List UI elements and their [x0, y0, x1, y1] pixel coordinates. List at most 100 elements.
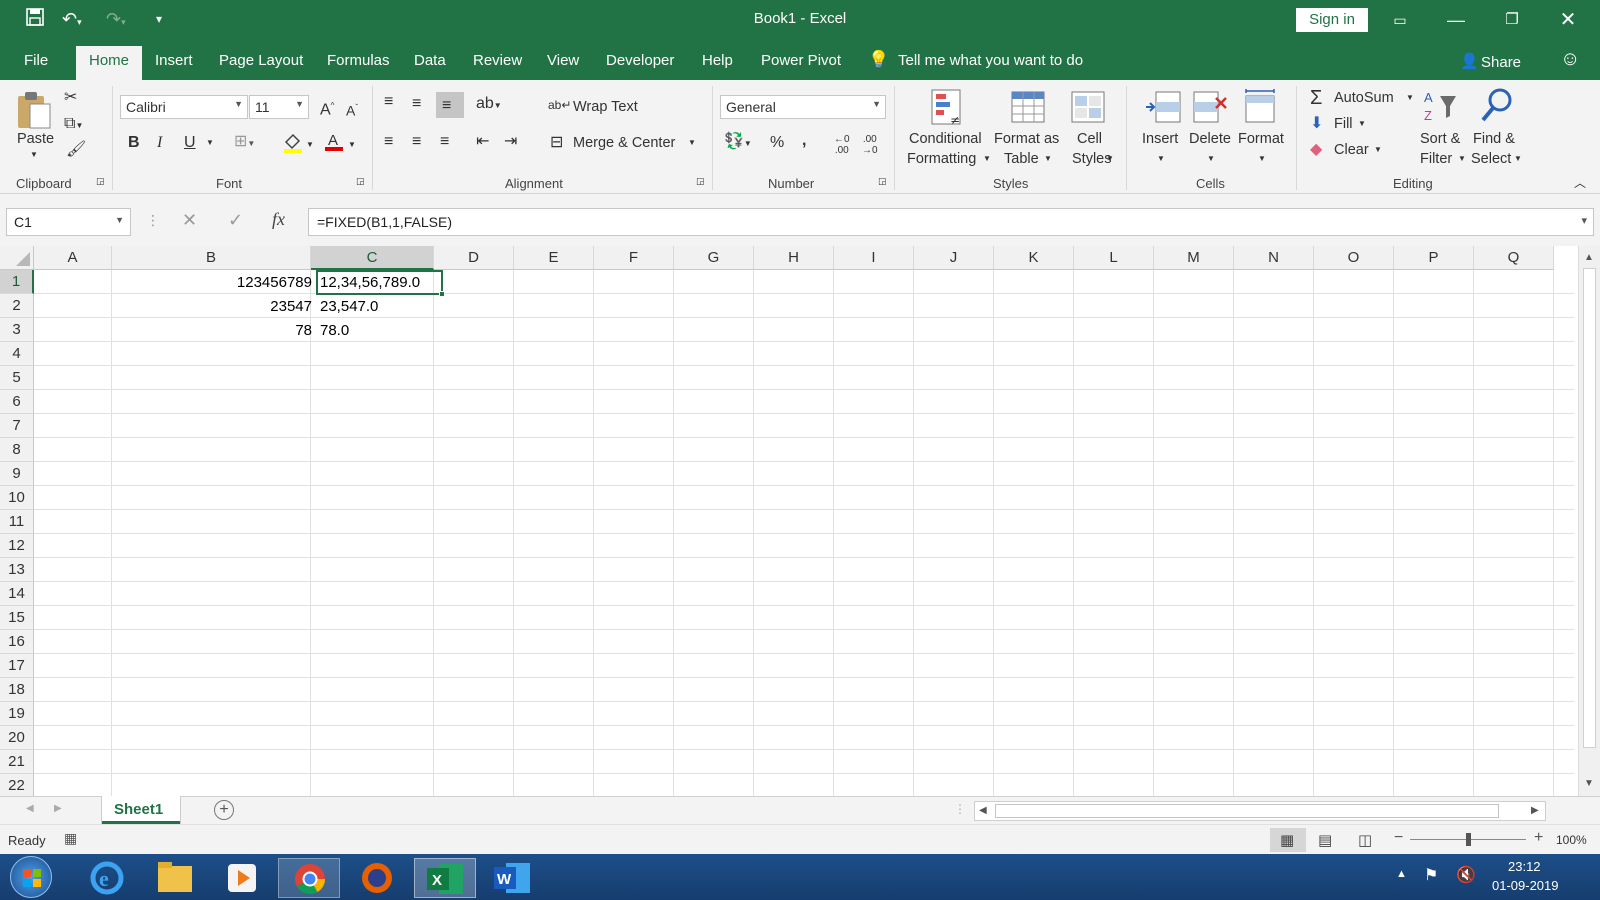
- internet-explorer-icon[interactable]: e: [76, 858, 138, 898]
- conditional-dropdown-icon[interactable]: ▼: [983, 154, 991, 163]
- cell-styles-label-1[interactable]: Cell: [1077, 131, 1102, 147]
- column-header-H[interactable]: H: [754, 246, 834, 270]
- sheet-tab-sheet1[interactable]: Sheet1: [102, 796, 180, 824]
- accounting-format-icon[interactable]: 💱▼: [724, 132, 752, 154]
- row-header-22[interactable]: 22: [0, 774, 34, 796]
- insert-cells-button[interactable]: Insert: [1142, 131, 1178, 147]
- column-header-B[interactable]: B: [112, 246, 311, 270]
- insert-function-icon[interactable]: fx: [272, 209, 285, 230]
- row-header-10[interactable]: 10: [0, 486, 34, 510]
- column-header-D[interactable]: D: [434, 246, 514, 270]
- start-button-icon[interactable]: [10, 856, 52, 898]
- autosum-button[interactable]: AutoSum: [1334, 90, 1394, 106]
- find-select-label-1[interactable]: Find &: [1473, 131, 1515, 147]
- delete-dropdown-icon[interactable]: ▼: [1207, 154, 1215, 163]
- tab-view[interactable]: View: [547, 52, 579, 69]
- tab-file[interactable]: File: [24, 52, 48, 69]
- taskbar-clock-date[interactable]: 01-09-2019: [1492, 878, 1559, 893]
- row-header-20[interactable]: 20: [0, 726, 34, 750]
- find-select-dropdown-icon[interactable]: ▼: [1514, 154, 1522, 163]
- decrease-font-size-icon[interactable]: Aˇ: [346, 98, 358, 121]
- tab-help[interactable]: Help: [702, 52, 733, 69]
- tell-me-search[interactable]: Tell me what you want to do: [898, 52, 1083, 69]
- scroll-down-icon[interactable]: ▼: [1584, 778, 1594, 789]
- horizontal-scroll-thumb[interactable]: [995, 804, 1499, 818]
- align-right-icon[interactable]: ≡: [440, 132, 449, 152]
- column-header-L[interactable]: L: [1074, 246, 1154, 270]
- row-header-15[interactable]: 15: [0, 606, 34, 630]
- worksheet-grid[interactable]: ABCDEFGHIJKLMNOPQ 1 2 3 4 5 6 7 8 9 10 11 12 13 14 15 1…: [0, 246, 1600, 796]
- page-break-preview-icon[interactable]: ◫: [1358, 831, 1372, 849]
- column-header-I[interactable]: I: [834, 246, 914, 270]
- zoom-in-icon[interactable]: +: [1534, 829, 1543, 847]
- font-color-icon[interactable]: A: [323, 130, 345, 158]
- file-explorer-icon[interactable]: [144, 858, 206, 898]
- expand-formula-bar-icon[interactable]: ▾: [1581, 214, 1587, 227]
- fill-button[interactable]: Fill: [1334, 116, 1353, 132]
- middle-align-icon[interactable]: ≡: [412, 94, 421, 114]
- increase-indent-icon[interactable]: ⇥: [504, 132, 517, 152]
- paste-dropdown-icon[interactable]: ▼: [30, 150, 38, 159]
- cut-icon[interactable]: ✂: [64, 88, 77, 108]
- column-header-M[interactable]: M: [1154, 246, 1234, 270]
- top-align-icon[interactable]: ≡: [384, 92, 393, 112]
- page-layout-view-icon[interactable]: ▤: [1318, 831, 1332, 849]
- conditional-formatting-label-2[interactable]: Formatting: [907, 151, 976, 167]
- ribbon-display-options-icon[interactable]: ▭: [1378, 6, 1422, 34]
- underline-dropdown-icon[interactable]: ▼: [206, 133, 214, 153]
- zoom-out-icon[interactable]: −: [1394, 829, 1403, 847]
- delete-cells-button[interactable]: Delete: [1189, 131, 1231, 147]
- increase-font-size-icon[interactable]: A^: [320, 96, 334, 120]
- bold-button[interactable]: B: [128, 133, 140, 153]
- excel-taskbar-icon[interactable]: X: [414, 858, 476, 898]
- fill-color-icon[interactable]: [282, 132, 304, 160]
- find-select-label-2[interactable]: Select: [1471, 151, 1511, 167]
- borders-icon[interactable]: ⊞▼: [234, 132, 255, 154]
- font-name-combo[interactable]: Calibri ▼: [120, 95, 248, 119]
- tab-data[interactable]: Data: [414, 52, 446, 69]
- row-header-16[interactable]: 16: [0, 630, 34, 654]
- tab-review[interactable]: Review: [473, 52, 522, 69]
- paste-button[interactable]: Paste: [17, 131, 54, 147]
- orientation-icon[interactable]: ab▼: [476, 94, 502, 116]
- row-header-5[interactable]: 5: [0, 366, 34, 390]
- zoom-slider-thumb[interactable]: [1466, 833, 1471, 846]
- row-header-2[interactable]: 2: [0, 294, 34, 318]
- paste-icon[interactable]: [14, 90, 54, 133]
- number-format-combo[interactable]: General ▼: [720, 95, 886, 119]
- row-header-1[interactable]: 1: [0, 270, 34, 294]
- column-header-A[interactable]: A: [34, 246, 112, 270]
- increase-decimal-icon[interactable]: ←0.00: [834, 134, 850, 156]
- align-left-icon[interactable]: ≡: [384, 132, 393, 152]
- row-header-14[interactable]: 14: [0, 582, 34, 606]
- row-header-3[interactable]: 3: [0, 318, 34, 342]
- number-launcher-icon[interactable]: ◲: [878, 176, 887, 187]
- firefox-icon[interactable]: [346, 858, 408, 898]
- percent-style-icon[interactable]: %: [770, 133, 784, 153]
- wrap-text-button[interactable]: Wrap Text: [573, 99, 638, 115]
- volume-muted-icon[interactable]: 🔇: [1456, 865, 1476, 885]
- media-player-icon[interactable]: [212, 858, 274, 898]
- row-header-4[interactable]: 4: [0, 342, 34, 366]
- vertical-scrollbar[interactable]: ▲ ▼: [1578, 246, 1600, 796]
- restore-button[interactable]: ❐: [1490, 6, 1534, 34]
- copy-icon[interactable]: ⧉▼: [64, 114, 83, 136]
- share-button[interactable]: Share: [1481, 54, 1521, 71]
- close-button[interactable]: ✕: [1546, 6, 1590, 34]
- decrease-indent-icon[interactable]: ⇤: [476, 132, 489, 152]
- new-sheet-icon[interactable]: +: [214, 800, 234, 820]
- insert-dropdown-icon[interactable]: ▼: [1157, 154, 1165, 163]
- font-launcher-icon[interactable]: ◲: [356, 176, 365, 187]
- tab-split-handle-icon[interactable]: ⋮: [954, 802, 966, 816]
- row-header-11[interactable]: 11: [0, 510, 34, 534]
- row-header-19[interactable]: 19: [0, 702, 34, 726]
- scroll-right-icon[interactable]: ▶: [1531, 805, 1539, 816]
- cell-B2[interactable]: 23547: [114, 295, 312, 318]
- row-header-18[interactable]: 18: [0, 678, 34, 702]
- column-header-Q[interactable]: Q: [1474, 246, 1554, 270]
- action-center-flag-icon[interactable]: ⚑: [1424, 865, 1438, 885]
- show-hidden-icons[interactable]: ▲: [1396, 868, 1407, 880]
- tab-page-layout[interactable]: Page Layout: [219, 52, 303, 69]
- tab-home[interactable]: Home: [76, 46, 142, 80]
- prev-sheet-icon[interactable]: ◀: [26, 803, 34, 814]
